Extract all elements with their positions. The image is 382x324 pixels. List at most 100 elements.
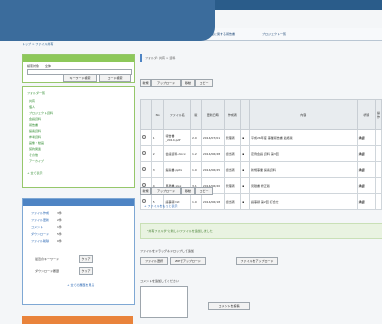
row-actions[interactable]	[374, 177, 382, 194]
col-date: 更新日時	[200, 99, 225, 130]
comment-label: コメントを追加してください	[140, 279, 179, 283]
history-item[interactable]: コメント	[31, 225, 43, 229]
row-actions[interactable]	[374, 193, 382, 210]
row-file-link[interactable]: 提案書.pptx	[163, 161, 192, 178]
row-version: 1.0	[190, 161, 202, 178]
row-flag-icon: ▪	[240, 145, 250, 162]
copy-button-bottom[interactable]: コピー	[195, 187, 213, 195]
clear-keyword-button[interactable]: クリア	[79, 255, 93, 263]
row-flag-icon: ▪	[240, 177, 250, 194]
history-item[interactable]: ファイル作成	[31, 211, 49, 215]
new-button-bottom[interactable]: 新規	[140, 187, 151, 195]
row-version: 2.0	[190, 129, 202, 146]
row-author: 担当者	[223, 145, 242, 162]
history-item[interactable]: ファイル更新	[31, 218, 49, 222]
row-actions[interactable]	[374, 161, 382, 178]
new-button[interactable]: 新規	[140, 79, 151, 87]
row-content-link[interactable]: 見積書 修正版	[248, 177, 358, 194]
row-file-link[interactable]: 報告書_2014.pdf	[163, 129, 192, 146]
more-files-link[interactable]: + ファイルをもっと表示	[144, 204, 177, 208]
row-checkbox[interactable]	[140, 145, 152, 162]
page: ポータル トップページ プロジェクト管理ツール プロジェクト・ファイル・事業 過…	[0, 0, 382, 324]
notice-text: "共有フォルダ"に新しいファイルを追加しました	[147, 229, 213, 233]
col-file: ファイル名	[163, 99, 192, 130]
folder-item[interactable]: アーカイブ	[29, 159, 44, 163]
row-content-link[interactable]: 議事録 第2回 打合せ	[248, 193, 358, 210]
row-content-link[interactable]: 新規事業 提案資料	[248, 161, 358, 178]
nav-link-project-list[interactable]: プロジェクト一覧	[262, 31, 286, 37]
sidebar: 検索対象 全体 キーワード検索 コード検索 フォルダ一覧 共有 個人 プロジェク…	[22, 54, 135, 324]
row-checkbox[interactable]	[140, 129, 152, 146]
folder-item[interactable]: 提案資料	[29, 129, 41, 133]
row-author: 管理者	[223, 129, 242, 146]
row-date: 2014/06/28	[200, 145, 225, 162]
folder-item[interactable]: 個人	[29, 105, 35, 109]
upload-label: ファイルをドラッグ＆ドロップして追加	[140, 249, 194, 253]
search-panel: 検索対象 全体 キーワード検索 コード検索	[22, 54, 135, 83]
row-date: 2014/06/18	[200, 193, 225, 210]
upload-button-bottom[interactable]: アップロード	[151, 187, 181, 195]
folder-item[interactable]: 共有	[29, 99, 35, 103]
history-count: 3件	[57, 211, 62, 215]
folder-item[interactable]: 契約関連	[29, 147, 41, 151]
history-count: 2件	[57, 218, 62, 222]
table-row[interactable]: 1 報告書_2014.pdf 2.0 2014/07/01 管理者 ▪ 平成26…	[140, 129, 382, 146]
comment-textarea[interactable]	[140, 286, 188, 318]
file-upload-submit-button[interactable]: ファイルをアップロード	[236, 257, 278, 265]
extra-panel	[22, 316, 133, 324]
history-show-all-link[interactable]: + 全ての履歴を見る	[67, 283, 94, 287]
history-panel-header	[23, 199, 134, 206]
copy-button[interactable]: コピー	[195, 79, 213, 87]
row-status: 承認	[356, 193, 376, 210]
row-author: 担当者	[223, 193, 242, 210]
folder-show-all-link[interactable]: + 全て表示	[27, 171, 42, 175]
comment-submit-button[interactable]: コメントを投稿	[208, 302, 250, 310]
row-actions[interactable]	[374, 129, 382, 146]
col-author: 作成者	[223, 99, 242, 130]
row-status: 承認	[356, 145, 376, 162]
table-row[interactable]: 2 会議資料.docx 1.2 2014/06/28 担当者 ▪ 定例会議 資料…	[140, 145, 382, 162]
file-section-title: フォルダ: 共有 > 資料	[140, 54, 345, 62]
history-panel: ファイル作成 3件 ファイル更新 2件 コメント 1件 ダウンロード 5件 ファ…	[22, 198, 135, 305]
notice-banner: "共有フォルダ"に新しいファイルを追加しました	[140, 223, 382, 239]
row-no[interactable]: 2	[150, 145, 165, 162]
row-version: 1.0	[190, 193, 202, 210]
search-scope-label: 検索対象	[27, 64, 40, 68]
row-file-link[interactable]: 会議資料.docx	[163, 145, 192, 162]
search-scope-value: 全体	[45, 64, 52, 68]
row-content-link[interactable]: 平成26年度 事業報告書 最終版	[248, 129, 358, 146]
upload-button[interactable]: アップロード	[151, 79, 181, 87]
row-content-link[interactable]: 定例会議 資料 第3回	[248, 145, 358, 162]
history-item[interactable]: ダウンロード	[31, 232, 49, 236]
folder-item[interactable]: 会議資料	[29, 117, 41, 121]
move-button-bottom[interactable]: 移動	[181, 187, 195, 195]
row-date: 2014/06/25	[200, 161, 225, 178]
row-status: 承認	[356, 129, 376, 146]
keyword-search-button[interactable]: キーワード検索	[63, 74, 97, 82]
table-row[interactable]: 3 提案書.pptx 1.0 2014/06/25 担当者 ▪ 新規事業 提案資…	[140, 161, 382, 178]
folder-panel-title: フォルダ一覧	[27, 91, 46, 95]
col-version: 版	[190, 99, 202, 130]
history-count: 1件	[57, 225, 62, 229]
row-actions[interactable]	[374, 145, 382, 162]
col-status: 状態	[356, 99, 376, 130]
clear-download-button[interactable]: クリア	[79, 267, 93, 275]
folder-item[interactable]: プロジェクト資料	[29, 111, 53, 115]
col-content: 内容	[248, 99, 358, 130]
code-search-button[interactable]: コード検索	[99, 74, 131, 82]
row-no[interactable]: 3	[150, 161, 165, 178]
folder-item[interactable]: 参考資料	[29, 135, 41, 139]
folder-panel: フォルダ一覧 共有 個人 プロジェクト資料 会議資料 報告書 提案資料 参考資料…	[22, 86, 135, 188]
row-flag-icon: ▪	[240, 193, 250, 210]
row-no[interactable]: 1	[150, 129, 165, 146]
folder-item[interactable]: 報告書	[29, 123, 38, 127]
row-checkbox[interactable]	[140, 161, 152, 178]
col-actions: 操作	[374, 99, 382, 130]
main-content: フォルダ: 共有 > 資料 新規 アップロード 移動 コピー No ファイル名 …	[140, 46, 382, 324]
zip-upload-button[interactable]: ZIPでアップロード	[170, 257, 206, 265]
folder-item[interactable]: その他	[29, 153, 38, 157]
file-select-button[interactable]: ファイル選択	[140, 257, 168, 265]
move-button[interactable]: 移動	[181, 79, 195, 87]
folder-item[interactable]: 画像・動画	[29, 141, 44, 145]
history-item[interactable]: ファイル削除	[31, 239, 49, 243]
